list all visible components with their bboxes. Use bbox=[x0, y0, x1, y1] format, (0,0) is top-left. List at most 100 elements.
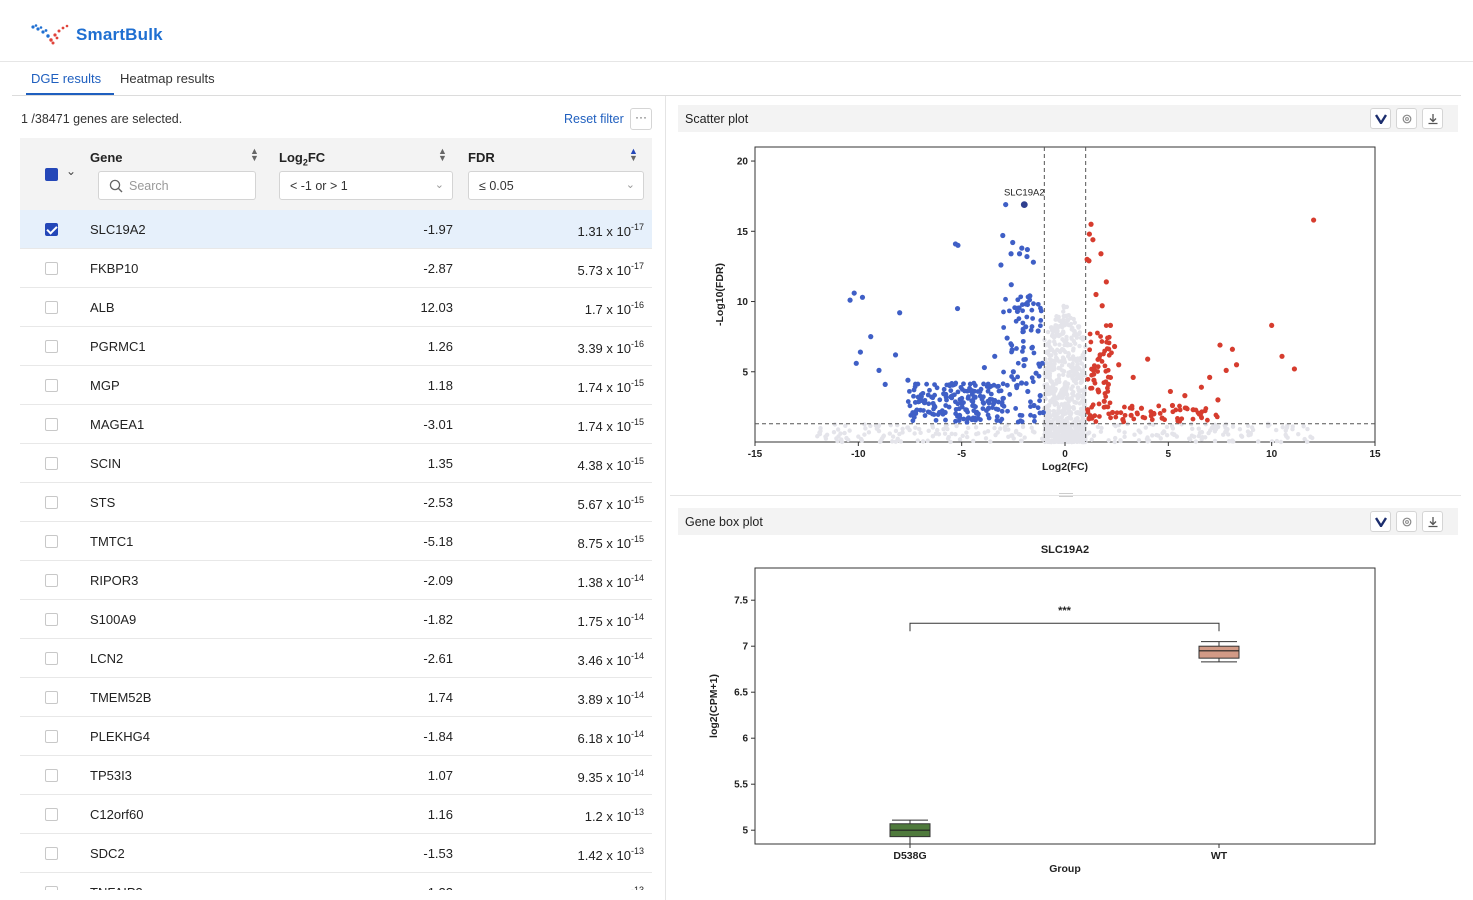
ns-point bbox=[1055, 328, 1060, 334]
row-checkbox[interactable] bbox=[45, 691, 58, 704]
log2fc-cell: 1.26 bbox=[427, 339, 453, 354]
table-row[interactable]: ALB 12.03 1.7 x 10-16 bbox=[20, 288, 652, 327]
table-row[interactable]: RIPOR3 -2.09 1.38 x 10-14 bbox=[20, 561, 652, 600]
download-icon[interactable] bbox=[1422, 108, 1443, 129]
y-tick-label: 5 bbox=[742, 367, 748, 378]
resize-handle-icon[interactable] bbox=[1058, 492, 1074, 498]
column-header-fdr[interactable]: FDR bbox=[468, 150, 495, 165]
x-tick-label: 5 bbox=[1166, 449, 1172, 460]
gene-cell: MGP bbox=[90, 378, 120, 393]
down-point bbox=[934, 385, 940, 391]
row-checkbox[interactable] bbox=[45, 223, 58, 236]
column-header-log2fc[interactable]: Log2FC bbox=[279, 150, 325, 168]
ns-point bbox=[1044, 366, 1049, 372]
x-tick-label: -10 bbox=[851, 449, 866, 460]
table-row[interactable]: TP53I3 1.07 9.35 x 10-14 bbox=[20, 756, 652, 795]
row-checkbox[interactable] bbox=[45, 301, 58, 314]
row-checkbox[interactable] bbox=[45, 496, 58, 509]
ns-point bbox=[887, 431, 893, 436]
down-point bbox=[876, 367, 882, 373]
row-checkbox[interactable] bbox=[45, 574, 58, 587]
table-row[interactable]: SCIN 1.35 4.38 x 10-15 bbox=[20, 444, 652, 483]
fdr-exponent: -17 bbox=[630, 222, 644, 232]
reset-filter-link[interactable]: Reset filter bbox=[564, 112, 624, 126]
table-row[interactable]: FKBP10 -2.87 5.73 x 10-17 bbox=[20, 249, 652, 288]
table-row[interactable]: TMEM52B 1.74 3.89 x 10-14 bbox=[20, 678, 652, 717]
table-row[interactable]: MGP 1.18 1.74 x 10-15 bbox=[20, 366, 652, 405]
y-tick-label: 15 bbox=[737, 227, 749, 238]
table-row[interactable]: C12orf60 1.16 1.2 x 10-13 bbox=[20, 795, 652, 834]
row-checkbox[interactable] bbox=[45, 847, 58, 860]
up-point bbox=[1229, 346, 1235, 352]
table-row[interactable]: TMTC1 -5.18 8.75 x 10-15 bbox=[20, 522, 652, 561]
more-options-button[interactable]: ··· bbox=[630, 108, 652, 130]
selection-count: 1 /38471 genes are selected. bbox=[21, 112, 183, 126]
gene-search-input[interactable]: Search bbox=[98, 171, 256, 200]
ns-point bbox=[1273, 427, 1279, 433]
table-row[interactable]: PGRMC1 1.26 3.39 x 10-16 bbox=[20, 327, 652, 366]
ns-point bbox=[1116, 428, 1122, 433]
log2fc-filter-select[interactable]: < -1 or > 1 ⌄ bbox=[279, 171, 453, 200]
download-icon[interactable] bbox=[1422, 511, 1443, 532]
vega-menu-icon[interactable] bbox=[1370, 511, 1391, 532]
up-point bbox=[1090, 237, 1096, 243]
ns-point bbox=[1069, 386, 1074, 392]
row-checkbox[interactable] bbox=[45, 457, 58, 470]
select-all-checkbox[interactable] bbox=[45, 168, 58, 181]
ns-point bbox=[960, 433, 965, 439]
ns-point bbox=[1106, 438, 1111, 443]
y-tick-label: 6 bbox=[742, 734, 748, 745]
down-point bbox=[1029, 307, 1035, 313]
up-point bbox=[1142, 415, 1148, 421]
x-tick-label: D538G bbox=[893, 850, 926, 862]
sort-icon[interactable]: ▲ ▼ bbox=[250, 147, 259, 163]
gene-box-plot[interactable]: SLC19A2 *** 5 5.5 6 6.5 7 7.5 D538G WT Group log2(C… bbox=[678, 538, 1458, 888]
fdr-filter-select[interactable]: ≤ 0.05 ⌄ bbox=[468, 171, 644, 200]
row-checkbox[interactable] bbox=[45, 886, 58, 890]
table-row[interactable]: TNFAIP3 1.22 1.57 x 10-13 bbox=[20, 873, 652, 890]
chevron-down-icon: ⌄ bbox=[434, 179, 444, 191]
ns-point bbox=[1060, 394, 1066, 399]
row-checkbox[interactable] bbox=[45, 262, 58, 275]
down-point bbox=[931, 412, 937, 417]
gene-cell: FKBP10 bbox=[90, 261, 139, 276]
row-checkbox[interactable] bbox=[45, 418, 58, 431]
row-checkbox[interactable] bbox=[45, 808, 58, 821]
settings-gear-icon[interactable] bbox=[1396, 108, 1417, 129]
column-header-gene[interactable]: Gene bbox=[90, 150, 123, 165]
table-row[interactable]: S100A9 -1.82 1.75 x 10-14 bbox=[20, 600, 652, 639]
volcano-scatter-plot[interactable]: SLC19A2 -15 -10 -5 0 5 10 15 5 10 15 20 Log2(FC) -Log… bbox=[678, 140, 1458, 480]
row-checkbox[interactable] bbox=[45, 769, 58, 782]
sort-icon[interactable]: ▲ ▼ bbox=[438, 147, 447, 163]
chevron-down-icon[interactable]: ⌄ bbox=[66, 164, 76, 178]
down-point bbox=[987, 384, 993, 390]
row-checkbox[interactable] bbox=[45, 379, 58, 392]
ns-point bbox=[1048, 325, 1054, 330]
table-row[interactable]: SDC2 -1.53 1.42 x 10-13 bbox=[20, 834, 652, 873]
table-row[interactable]: LCN2 -2.61 3.46 x 10-14 bbox=[20, 639, 652, 678]
y-tick-label: 10 bbox=[737, 297, 749, 308]
ns-point bbox=[973, 425, 979, 430]
table-row[interactable]: SLC19A2 -1.97 1.31 x 10-17 bbox=[20, 210, 652, 249]
sort-icon[interactable]: ▲ ▼ bbox=[629, 147, 638, 163]
tab-dge-results[interactable]: DGE results bbox=[31, 71, 101, 86]
up-point bbox=[1179, 416, 1185, 422]
ns-point bbox=[900, 430, 905, 435]
row-checkbox[interactable] bbox=[45, 730, 58, 743]
row-checkbox[interactable] bbox=[45, 535, 58, 548]
vega-menu-icon[interactable] bbox=[1370, 108, 1391, 129]
row-checkbox[interactable] bbox=[45, 652, 58, 665]
fdr-cell: 3.89 x 10-14 bbox=[577, 690, 644, 707]
table-row[interactable]: PLEKHG4 -1.84 6.18 x 10-14 bbox=[20, 717, 652, 756]
table-row[interactable]: STS -2.53 5.67 x 10-15 bbox=[20, 483, 652, 522]
settings-gear-icon[interactable] bbox=[1396, 511, 1417, 532]
row-checkbox[interactable] bbox=[45, 340, 58, 353]
fdr-exponent: -14 bbox=[630, 651, 644, 661]
table-row[interactable]: MAGEA1 -3.01 1.74 x 10-15 bbox=[20, 405, 652, 444]
tab-heatmap-results[interactable]: Heatmap results bbox=[120, 71, 215, 86]
row-checkbox[interactable] bbox=[45, 613, 58, 626]
up-point bbox=[1095, 330, 1100, 336]
brand-logo[interactable]: SmartBulk bbox=[30, 24, 163, 46]
log2fc-label-tail: FC bbox=[307, 150, 326, 165]
ns-point bbox=[1059, 402, 1064, 407]
